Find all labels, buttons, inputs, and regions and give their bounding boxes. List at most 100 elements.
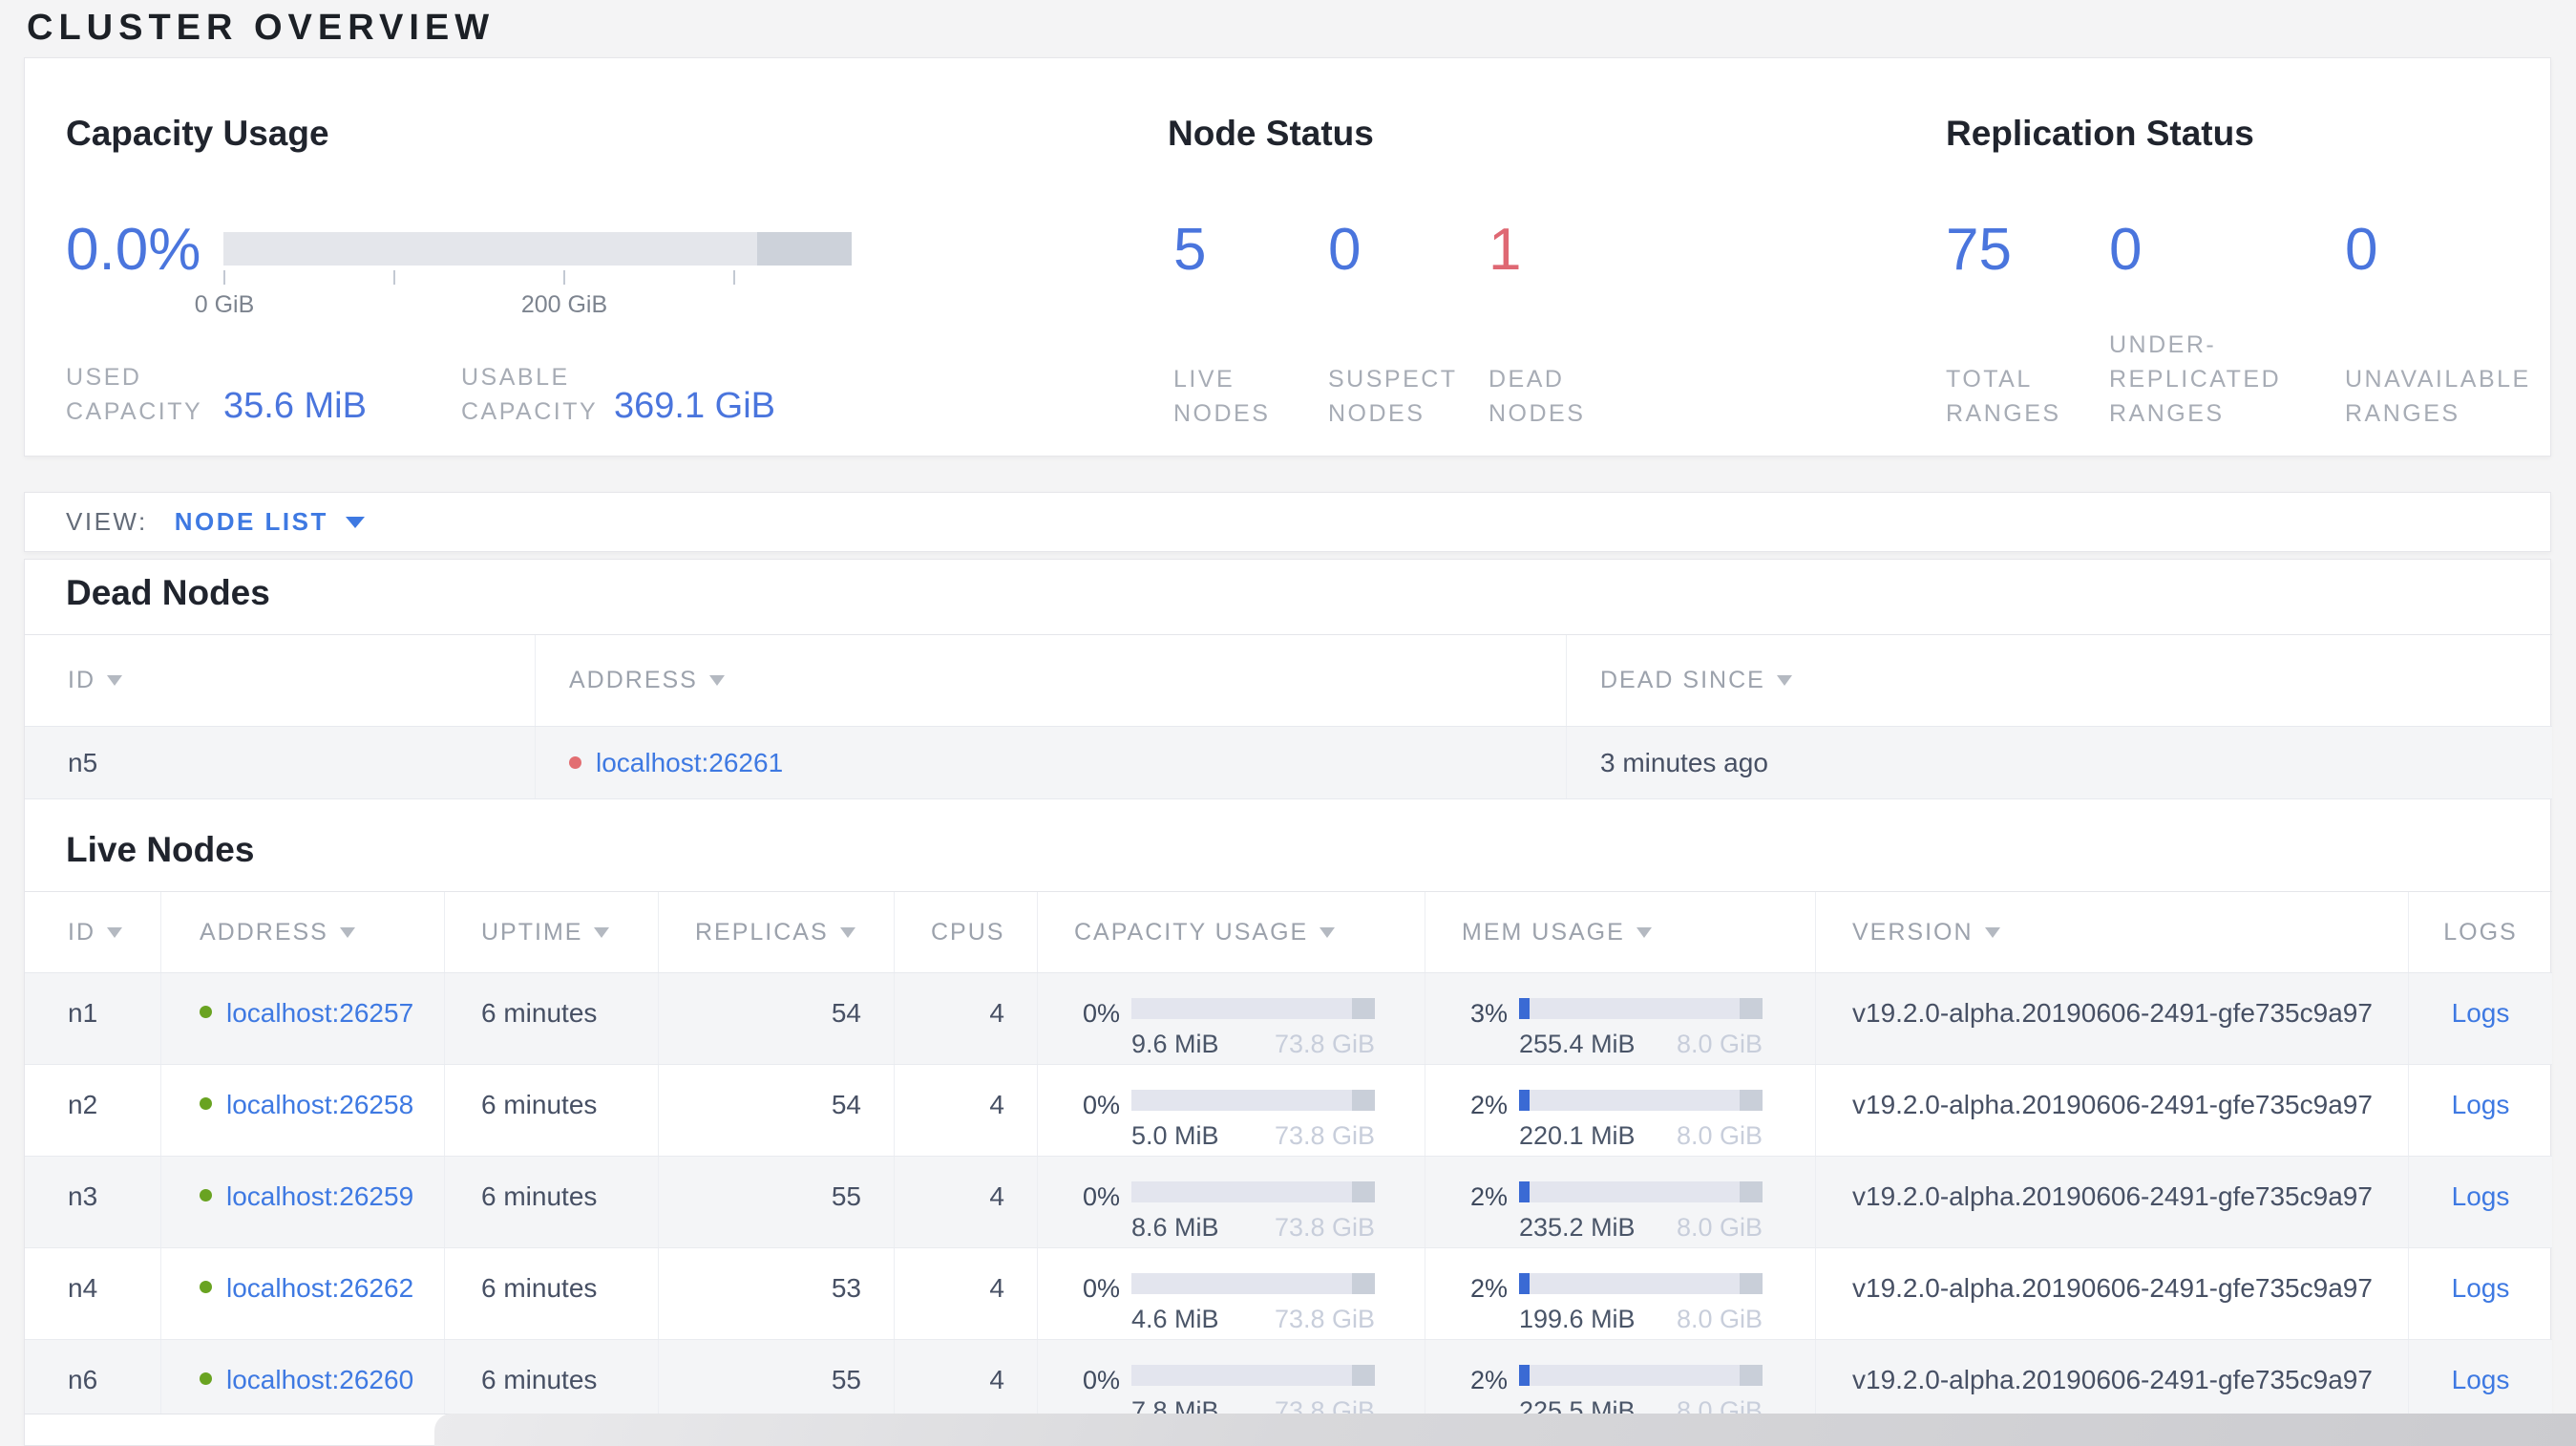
mem-usage-cell: 2% 235.2 MiB 8.0 GiB xyxy=(1425,1157,1816,1247)
node-address-link[interactable]: localhost:26262 xyxy=(226,1271,413,1306)
mem-total-value: 8.0 GiB xyxy=(1676,1213,1763,1242)
column-header-label: LOGS xyxy=(2443,918,2518,946)
logs-cell: Logs xyxy=(2409,1065,2552,1156)
capacity-percent: 0.0% xyxy=(66,217,201,283)
chevron-down-icon xyxy=(345,516,365,528)
node-address-link[interactable]: localhost:26261 xyxy=(596,748,783,778)
column-header-logs: LOGS xyxy=(2409,892,2552,972)
mem-percent-label: 2% xyxy=(1469,1274,1508,1303)
column-header-replicas[interactable]: REPLICAS xyxy=(659,892,895,972)
column-header-label: CPUS xyxy=(931,918,1005,946)
table-row: n2 localhost:26258 6 minutes 54 4 0% 5.0… xyxy=(25,1065,2552,1157)
column-header-uptime[interactable]: UPTIME xyxy=(445,892,659,972)
mem-percent-label: 2% xyxy=(1469,1091,1508,1119)
node-address-link[interactable]: localhost:26257 xyxy=(226,996,413,1031)
uptime-cell: 6 minutes xyxy=(445,1248,659,1339)
logs-link[interactable]: Logs xyxy=(2452,1273,2510,1303)
live-nodes-stat: 5 LIVE NODES xyxy=(1173,58,1312,457)
version-cell: v19.2.0-alpha.20190606-2491-gfe735c9a97 xyxy=(1816,1340,2409,1414)
node-id-cell: n4 xyxy=(25,1248,161,1339)
page-title: CLUSTER OVERVIEW xyxy=(27,8,496,48)
capacity-bar-reserved-segment xyxy=(757,232,852,266)
column-header-capacity-usage[interactable]: CAPACITY USAGE xyxy=(1038,892,1425,972)
node-id-cell: n6 xyxy=(25,1340,161,1414)
column-header-id[interactable]: ID xyxy=(25,892,161,972)
mem-used-value: 199.6 MiB xyxy=(1519,1305,1636,1333)
node-address-link[interactable]: localhost:26258 xyxy=(226,1088,413,1122)
node-id-cell: n2 xyxy=(25,1065,161,1156)
capacity-percent-label: 0% xyxy=(1082,1274,1120,1303)
dead-since-cell: 3 minutes ago xyxy=(1600,747,1768,777)
unavailable-ranges-stat: 0 UNAVAILABLE RANGES xyxy=(2345,58,2545,457)
logs-cell: Logs xyxy=(2409,1157,2552,1247)
bar-reserved-segment xyxy=(1351,998,1375,1019)
capacity-bar xyxy=(1131,1181,1375,1202)
mem-percent-label: 3% xyxy=(1469,999,1508,1028)
live-nodes-label: LIVE NODES xyxy=(1173,366,1271,427)
bar-fill xyxy=(1519,1090,1531,1111)
logs-link[interactable]: Logs xyxy=(2452,1090,2510,1119)
live-status-dot-icon xyxy=(200,1097,212,1110)
table-row: n5 localhost:26261 3 minutes ago xyxy=(25,727,2552,799)
column-header-id[interactable]: ID xyxy=(25,635,536,726)
dead-nodes-table: ID ADDRESS DEAD SINCE n5 localhost:26261… xyxy=(25,634,2552,799)
version-cell: v19.2.0-alpha.20190606-2491-gfe735c9a97 xyxy=(1816,1248,2409,1339)
view-selected-option: NODE LIST xyxy=(174,507,328,536)
used-capacity-label: USED CAPACITY xyxy=(66,364,203,425)
logs-cell: Logs xyxy=(2409,1248,2552,1339)
mem-bar xyxy=(1519,1090,1763,1111)
capacity-total-value: 73.8 GiB xyxy=(1274,1030,1375,1058)
column-header-address[interactable]: ADDRESS xyxy=(536,635,1567,726)
node-address-link[interactable]: localhost:26260 xyxy=(226,1363,413,1397)
mem-usage-cell: 2% 225.5 MiB 8.0 GiB xyxy=(1425,1340,1816,1425)
capacity-percent-label: 0% xyxy=(1082,1091,1120,1119)
mem-total-value: 8.0 GiB xyxy=(1676,1030,1763,1058)
bottom-scroll-shadow xyxy=(434,1414,2576,1446)
sort-desc-icon xyxy=(839,926,855,938)
logs-link[interactable]: Logs xyxy=(2452,1365,2510,1394)
dead-nodes-stat: 1 DEAD NODES xyxy=(1489,58,1627,457)
logs-cell: Logs xyxy=(2409,1340,2552,1414)
column-header-version[interactable]: VERSION xyxy=(1816,892,2409,972)
replicas-cell: 55 xyxy=(659,1340,895,1414)
capacity-total-value: 73.8 GiB xyxy=(1274,1121,1375,1150)
axis-tick xyxy=(563,270,565,285)
capacity-percent-label: 0% xyxy=(1082,999,1120,1028)
axis-tick xyxy=(733,270,735,285)
live-status-dot-icon xyxy=(200,1281,212,1293)
bar-reserved-segment xyxy=(1351,1181,1375,1202)
under-replicated-label: UNDER-REPLICATED RANGES xyxy=(2109,331,2282,427)
capacity-usage-cell: 0% 8.6 MiB 73.8 GiB xyxy=(1038,1157,1425,1247)
suspect-nodes-count: 0 xyxy=(1328,217,1362,283)
logs-link[interactable]: Logs xyxy=(2452,1181,2510,1211)
capacity-usage-cell: 0% 4.6 MiB 73.8 GiB xyxy=(1038,1248,1425,1339)
column-header-mem-usage[interactable]: MEM USAGE xyxy=(1425,892,1816,972)
node-id-cell: n1 xyxy=(25,973,161,1064)
logs-cell: Logs xyxy=(2409,973,2552,1064)
column-header-address[interactable]: ADDRESS xyxy=(161,892,445,972)
capacity-usage-cell: 0% 5.0 MiB 73.8 GiB xyxy=(1038,1065,1425,1156)
version-cell: v19.2.0-alpha.20190606-2491-gfe735c9a97 xyxy=(1816,1065,2409,1156)
axis-tick-label: 0 GiB xyxy=(194,291,255,318)
dead-nodes-header-row: ID ADDRESS DEAD SINCE xyxy=(25,635,2552,727)
capacity-percent-label: 0% xyxy=(1082,1182,1120,1211)
view-selector-dropdown[interactable]: NODE LIST xyxy=(175,507,365,537)
replicas-cell: 53 xyxy=(659,1248,895,1339)
mem-bar xyxy=(1519,1365,1763,1386)
live-nodes-header-row: ID ADDRESS UPTIME REPLICAS CPUS CAPACITY… xyxy=(25,892,2552,973)
column-header-label: UPTIME xyxy=(481,918,583,946)
cpus-cell: 4 xyxy=(895,973,1038,1064)
view-label: VIEW: xyxy=(66,507,148,536)
uptime-cell: 6 minutes xyxy=(445,973,659,1064)
capacity-usage-title: Capacity Usage xyxy=(66,114,329,153)
capacity-used-value: 4.6 MiB xyxy=(1131,1305,1219,1333)
logs-link[interactable]: Logs xyxy=(2452,998,2510,1028)
bar-fill xyxy=(1519,1273,1531,1294)
column-header-cpus: CPUS xyxy=(895,892,1038,972)
axis-tick xyxy=(393,270,395,285)
dead-nodes-count: 1 xyxy=(1489,217,1522,283)
mem-usage-cell: 2% 220.1 MiB 8.0 GiB xyxy=(1425,1065,1816,1156)
column-header-label: CAPACITY USAGE xyxy=(1074,918,1309,946)
node-address-link[interactable]: localhost:26259 xyxy=(226,1180,413,1214)
column-header-dead-since[interactable]: DEAD SINCE xyxy=(1567,635,2552,726)
